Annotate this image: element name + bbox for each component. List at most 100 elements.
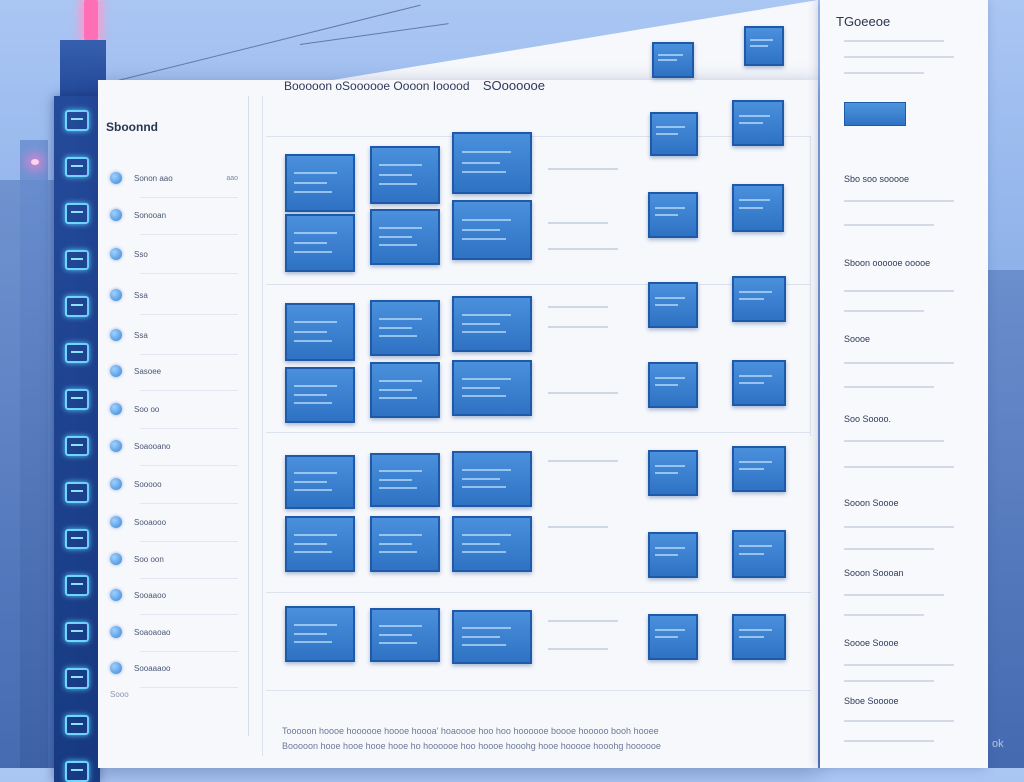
- sidebar-item-label: Sasoee: [134, 366, 162, 376]
- text-placeholder: [844, 720, 954, 722]
- sidebar-item[interactable]: Soaooano: [110, 434, 244, 466]
- tile-card[interactable]: [452, 360, 532, 416]
- tile-card[interactable]: [648, 532, 698, 578]
- tile-card[interactable]: [648, 362, 698, 408]
- status-dot-icon: [110, 289, 122, 301]
- sidebar-footer: Sooo: [110, 690, 129, 699]
- tile-card[interactable]: [732, 100, 784, 146]
- divider: [266, 136, 811, 137]
- status-dot-icon: [110, 553, 122, 565]
- glyph-rail: [54, 96, 100, 782]
- tile-card[interactable]: [648, 192, 698, 238]
- footer-line: Booooon hooe hooe hooe hooe ho hoooooe h…: [282, 741, 661, 751]
- tile-card[interactable]: [648, 614, 698, 660]
- tile-card[interactable]: [732, 530, 786, 578]
- tile-card[interactable]: [652, 42, 694, 78]
- sidebar-item[interactable]: Ssa: [110, 283, 244, 315]
- sidebar-item[interactable]: Sonooan: [110, 203, 244, 235]
- sidebar-item[interactable]: Soo oon: [110, 547, 244, 579]
- text-placeholder: [844, 594, 944, 596]
- tile-card[interactable]: [744, 26, 784, 66]
- divider: [140, 234, 238, 235]
- tile-card[interactable]: [452, 296, 532, 352]
- tile-card[interactable]: [650, 112, 698, 156]
- tile-card[interactable]: [285, 154, 355, 212]
- tile-card[interactable]: [285, 455, 355, 509]
- tile-card[interactable]: [285, 214, 355, 272]
- tile-card[interactable]: [452, 516, 532, 572]
- sidebar-item-label: Soaoaoao: [134, 627, 171, 637]
- divider: [266, 690, 811, 691]
- right-panel-section-title: Soooe: [844, 334, 871, 344]
- tile-card[interactable]: [452, 451, 532, 507]
- tile-card[interactable]: [370, 300, 440, 356]
- divider: [140, 465, 238, 466]
- status-dot-icon: [110, 478, 122, 490]
- text-placeholder: [548, 648, 608, 650]
- sidebar-item[interactable]: Soo oo: [110, 397, 244, 429]
- status-dot-icon: [110, 440, 122, 452]
- tile-card[interactable]: [370, 453, 440, 507]
- tile-card[interactable]: [452, 200, 532, 260]
- tile-card[interactable]: [370, 146, 440, 204]
- neon-sign: [84, 0, 98, 40]
- status-dot-icon: [110, 172, 122, 184]
- text-placeholder: [548, 460, 618, 462]
- sidebar-item[interactable]: Sonon aao aao: [110, 166, 244, 198]
- primary-action-button[interactable]: [844, 102, 906, 126]
- right-panel-section-title: Soooe Soooe: [844, 638, 899, 648]
- sidebar-item[interactable]: Sso: [110, 242, 244, 274]
- power-wire: [299, 23, 449, 45]
- tile-card[interactable]: [732, 446, 786, 492]
- sidebar-item[interactable]: Sooaaoo: [110, 583, 244, 615]
- divider: [810, 136, 811, 436]
- right-panel-section-title: Soo Soooo.: [844, 414, 892, 424]
- tile-card[interactable]: [370, 516, 440, 572]
- text-placeholder: [844, 680, 934, 682]
- tile-card[interactable]: [452, 610, 532, 664]
- status-dot-icon: [110, 516, 122, 528]
- rail-glyph-icon: [65, 714, 89, 736]
- text-placeholder: [844, 224, 934, 226]
- tile-card[interactable]: [732, 184, 784, 232]
- sidebar-item-label: Sooaaaoo: [134, 663, 171, 673]
- divider: [140, 390, 238, 391]
- tile-card[interactable]: [452, 132, 532, 194]
- tile-card[interactable]: [732, 276, 786, 322]
- rail-glyph-icon: [65, 110, 89, 131]
- tile-card[interactable]: [370, 362, 440, 418]
- sidebar-title: Sboonnd: [106, 120, 158, 134]
- sidebar-item[interactable]: Sasoee: [110, 359, 244, 391]
- tile-card[interactable]: [732, 614, 786, 660]
- text-placeholder: [548, 222, 608, 224]
- footer-description: Tooooon hoooe hoooooe hoooe hoooa' hoaoo…: [282, 724, 752, 754]
- status-dot-icon: [110, 365, 122, 377]
- sidebar-item-label: Ssa: [134, 290, 148, 300]
- tile-card[interactable]: [732, 360, 786, 406]
- tile-card[interactable]: [370, 608, 440, 662]
- divider: [140, 354, 238, 355]
- sidebar-item[interactable]: Soaoaoao: [110, 620, 244, 652]
- rail-glyph-icon: [65, 528, 89, 550]
- text-placeholder: [844, 386, 934, 388]
- tile-card[interactable]: [285, 516, 355, 572]
- tile-card[interactable]: [285, 367, 355, 423]
- tile-card[interactable]: [285, 606, 355, 662]
- sidebar-item-label: Sonooan: [134, 210, 167, 220]
- sidebar-item[interactable]: Ssa: [110, 323, 244, 355]
- sidebar-item[interactable]: Sooaaaoo: [110, 656, 244, 688]
- tile-card[interactable]: [285, 303, 355, 361]
- status-dot-icon: [110, 403, 122, 415]
- sidebar-item[interactable]: Sooaooo: [110, 510, 244, 542]
- status-dot-icon: [110, 662, 122, 674]
- sidebar-item[interactable]: Sooooo: [110, 472, 244, 504]
- footer-line: Tooooon hoooe hoooooe hoooe hoooa' hoaoo…: [282, 726, 659, 736]
- right-panel-section-title: Sboe Sooooe: [844, 696, 899, 706]
- text-placeholder: [844, 526, 954, 528]
- tile-card[interactable]: [370, 209, 440, 265]
- tile-card[interactable]: [648, 450, 698, 496]
- rail-glyph-icon: [65, 342, 89, 364]
- divider: [266, 592, 811, 593]
- tile-card[interactable]: [648, 282, 698, 328]
- sidebar: Sboonnd Sonon aao aao Sonooan Sso Ssa Ss…: [98, 96, 249, 736]
